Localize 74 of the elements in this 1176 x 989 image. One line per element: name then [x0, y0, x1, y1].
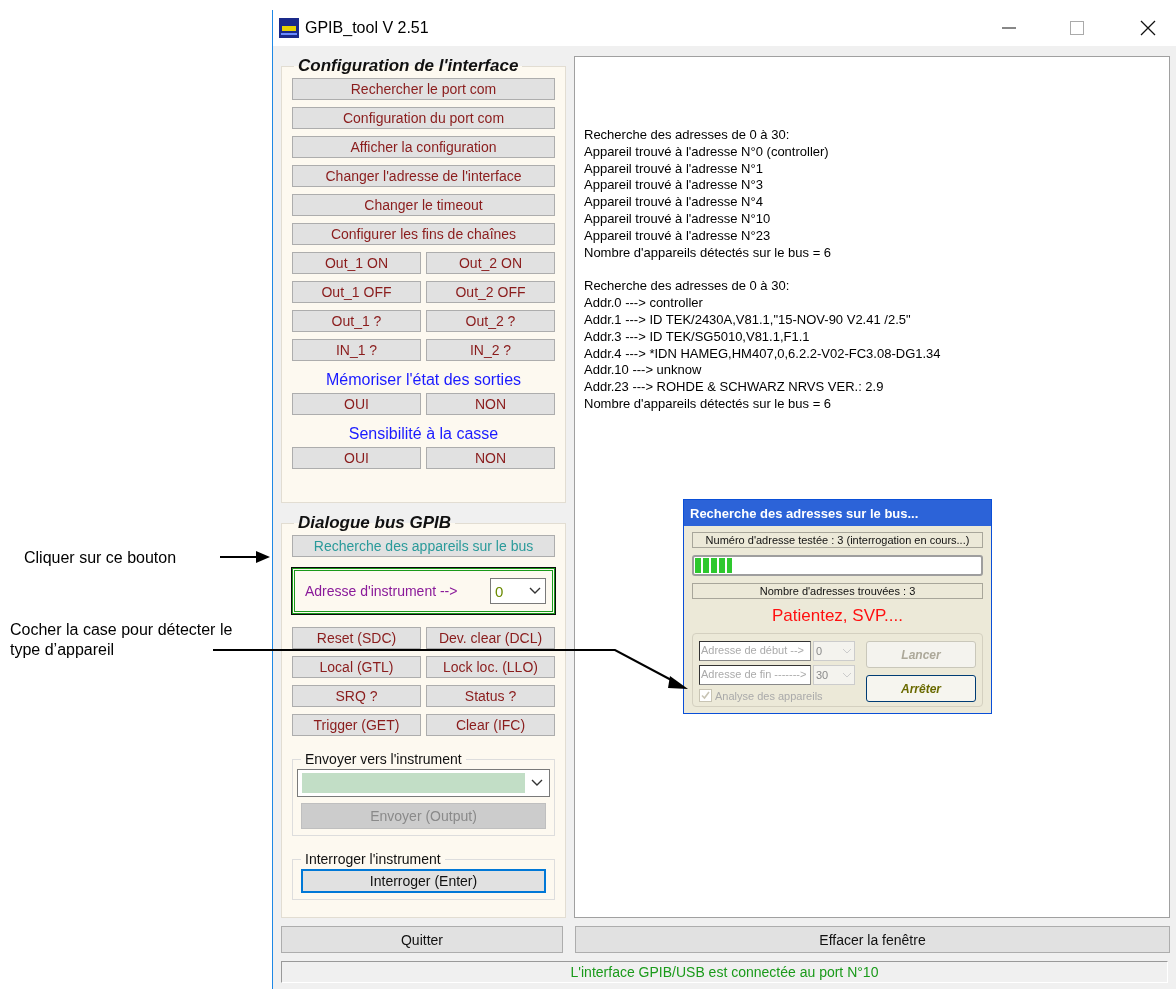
command-button[interactable]: Rechercher le port com: [292, 78, 555, 100]
section-heading: Sensibilité à la casse: [347, 425, 500, 443]
range-label: Adresse de fin ------->: [699, 665, 811, 685]
command-button[interactable]: Out_2 ?: [426, 310, 555, 332]
address-select[interactable]: 0: [490, 578, 546, 604]
dialog-title: Recherche des adresses sur le bus...: [684, 500, 991, 526]
window-button[interactable]: Effacer la fenêtre: [575, 926, 1170, 953]
chevron-down-icon: [842, 648, 852, 654]
command-button[interactable]: Out_2 OFF: [426, 281, 555, 303]
address-label: Adresse d'instrument -->: [305, 583, 458, 599]
log-line: Recherche des adresses de 0 à 30:: [584, 127, 791, 144]
checkbox-label: Analyse des appareils: [715, 689, 823, 702]
chevron-down-icon: [529, 587, 541, 595]
wait-message: Patientez, SVP....: [770, 606, 904, 626]
command-button[interactable]: Local (GTL): [292, 656, 421, 678]
command-button[interactable]: IN_2 ?: [426, 339, 555, 361]
log-line: Appareil trouvé à l'adresse N°23: [584, 227, 772, 245]
window-title: GPIB_tool V 2.51: [305, 19, 430, 37]
query-button[interactable]: Interroger (Enter): [301, 869, 546, 893]
command-button[interactable]: Changer le timeout: [292, 194, 555, 216]
command-button[interactable]: Configurer les fins de chaînes: [292, 223, 555, 245]
annotation-text: Cocher la case pour détecter le type d’appareil: [10, 620, 234, 660]
command-button[interactable]: NON: [426, 393, 555, 415]
status-text: Numéro d'adresse testée : 3 (interrogation en cours...): [692, 532, 983, 548]
log-line: Appareil trouvé à l'adresse N°0 (controller): [584, 143, 830, 161]
command-button[interactable]: Out_1 OFF: [292, 281, 421, 303]
log-line: Appareil trouvé à l'adresse N°3: [584, 177, 764, 195]
command-button[interactable]: IN_1 ?: [292, 339, 421, 361]
command-button[interactable]: Afficher la configuration: [292, 136, 555, 158]
log-line: Nombre d'appareils détectés sur le bus = 6: [584, 395, 833, 413]
group-title: Interroger l'instrument: [304, 851, 442, 867]
command-button[interactable]: Lock loc. (LLO): [426, 656, 555, 678]
log-line: Appareil trouvé à l'adresse N°10: [584, 211, 772, 228]
range-label: Adresse de début -->: [699, 641, 811, 661]
chevron-down-icon: [531, 779, 543, 787]
window-button[interactable]: Quitter: [281, 926, 563, 953]
log-line: Addr.0 ---> controller: [584, 295, 704, 312]
command-combo[interactable]: [297, 769, 550, 797]
command-button[interactable]: NON: [426, 447, 555, 469]
command-button[interactable]: Changer l'adresse de l'interface: [292, 165, 555, 187]
log-line: Addr.23 ---> ROHDE & SCHWARZ NRVS VER.: 2.9: [584, 379, 885, 396]
command-button[interactable]: Status ?: [426, 685, 555, 707]
log-line: Addr.3 ---> ID TEK/SG5010,V81.1,F1.1: [584, 328, 811, 346]
section-heading: Mémoriser l'état des sorties: [324, 371, 523, 389]
pointer-arrow: [219, 551, 270, 563]
command-button[interactable]: SRQ ?: [292, 685, 421, 707]
log-line: Appareil trouvé à l'adresse N°4: [584, 194, 764, 211]
app-icon: [279, 18, 299, 38]
log-line: Nombre d'appareils détectés sur le bus = 6: [584, 244, 833, 262]
command-button[interactable]: OUI: [292, 447, 421, 469]
command-button[interactable]: Out_1 ?: [292, 310, 421, 332]
command-button[interactable]: Trigger (GET): [292, 714, 421, 736]
close-icon[interactable]: [1140, 20, 1156, 36]
dialog-button[interactable]: Arrêter: [866, 675, 976, 702]
command-button[interactable]: Out_1 ON: [292, 252, 421, 274]
group-title: Configuration de l'interface: [297, 56, 520, 76]
command-button[interactable]: Clear (IFC): [426, 714, 555, 736]
command-button[interactable]: Reset (SDC): [292, 627, 421, 649]
annotation-text: Cliquer sur ce bouton: [24, 548, 177, 568]
command-button[interactable]: Configuration du port com: [292, 107, 555, 129]
maximize-icon[interactable]: [1070, 21, 1084, 35]
chevron-down-icon: [842, 672, 852, 678]
command-button[interactable]: OUI: [292, 393, 421, 415]
group-title: Envoyer vers l'instrument: [304, 751, 463, 767]
log-line: Addr.10 ---> unknow: [584, 362, 703, 380]
log-line: Addr.4 ---> *IDN HAMEG,HM407,0,6.2.2-V02-FC3.08-DG1.34: [584, 345, 942, 363]
found-count: Nombre d'adresses trouvées : 3: [692, 583, 983, 599]
command-button[interactable]: Out_2 ON: [426, 252, 555, 274]
status-bar: L'interface GPIB/USB est connectée au port N°10: [281, 961, 1168, 983]
group-title: Dialogue bus GPIB: [297, 513, 453, 533]
log-line: Recherche des adresses de 0 à 30:: [584, 278, 791, 296]
log-line: Addr.1 ---> ID TEK/2430A,V81.1,"15-NOV-90 V2.41 /2.5": [584, 311, 912, 329]
command-button[interactable]: Dev. clear (DCL): [426, 627, 555, 649]
log-line: Appareil trouvé à l'adresse N°1: [584, 160, 764, 178]
